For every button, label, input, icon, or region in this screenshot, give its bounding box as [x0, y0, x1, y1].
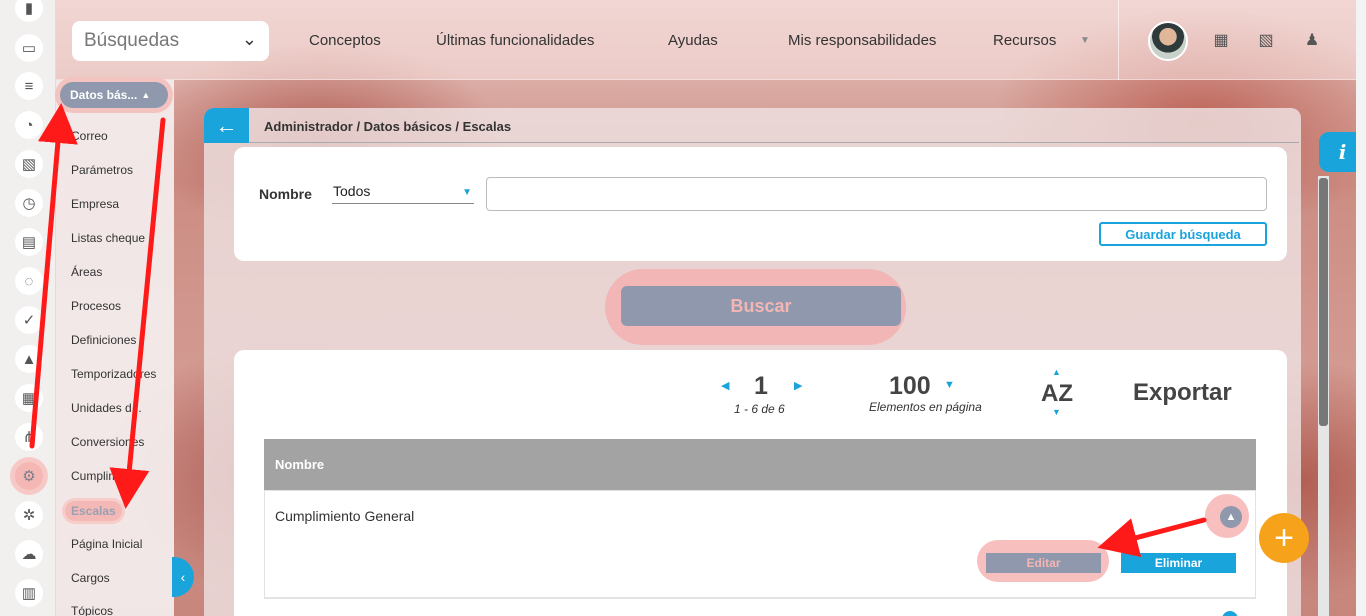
map-icon[interactable]: ▧ [15, 150, 43, 178]
next-page-icon[interactable]: ▶ [794, 379, 802, 392]
gear-icon[interactable]: ⚙ [15, 462, 43, 490]
sidebar-item-correo[interactable]: Correo [71, 129, 108, 143]
per-page-select[interactable]: 100 [889, 372, 931, 401]
icon-rail: ▮ ▭ ≡ ◔ ▧ ◷ ▤ ◌ ✓ ▲ ▦ ⋔ ⚙ ✲ ☁ ▥ [0, 0, 56, 616]
check-circle-icon[interactable]: ✓ [15, 306, 43, 334]
search-button[interactable]: Buscar [621, 286, 901, 326]
pie-chart-icon[interactable]: ◔ [15, 111, 43, 139]
sort-down-icon[interactable]: ▼ [1052, 407, 1061, 417]
bar-chart-icon[interactable]: ▮ [15, 0, 43, 22]
search-select[interactable]: Búsquedas ⌄ [72, 21, 269, 61]
row-name: Cumplimiento General [275, 508, 415, 524]
add-button[interactable]: + [1259, 513, 1309, 563]
window-edge [1356, 0, 1366, 616]
map-icon[interactable]: ▧ [1256, 30, 1276, 50]
sidebar-item-topicos[interactable]: Tópicos [71, 604, 113, 616]
sidebar: Datos bás... ▲ Correo Parámetros Empresa… [56, 80, 174, 616]
sidebar-item-areas[interactable]: Áreas [71, 265, 102, 279]
sidebar-item-conversiones[interactable]: Conversiones [71, 435, 144, 449]
sidebar-item-definiciones[interactable]: Definiciones [71, 333, 136, 347]
align-icon[interactable]: ≡ [15, 72, 43, 100]
scrollbar-thumb[interactable] [1319, 178, 1328, 426]
sidebar-section-label: Datos bás... [70, 88, 138, 102]
prev-page-icon[interactable]: ◀ [721, 379, 729, 392]
edit-button[interactable]: Editar [986, 553, 1101, 573]
sidebar-item-listas-chequeo[interactable]: Listas cheque [71, 231, 145, 245]
recursos-caret-icon[interactable]: ▼ [1080, 35, 1090, 46]
breadcrumb: Administrador / Datos básicos / Escalas [264, 119, 512, 134]
gears-icon[interactable]: ✲ [15, 501, 43, 529]
sidebar-item-unidades[interactable]: Unidades d... [71, 401, 142, 415]
chevron-up-icon: ▲ [1225, 511, 1237, 523]
cloud-icon[interactable]: ☁ [15, 540, 43, 568]
caret-down-icon: ▼ [462, 187, 472, 198]
sort-button[interactable]: AZ [1041, 380, 1073, 408]
warning-icon[interactable]: ▲ [15, 345, 43, 373]
bell-icon[interactable]: ♟ [1302, 30, 1322, 50]
caret-up-icon: ▲ [141, 90, 151, 100]
nav-mis-responsabilidades[interactable]: Mis responsabilidades [788, 32, 936, 49]
filter-label: Nombre [259, 186, 312, 202]
sidebar-item-escalas[interactable]: Escalas [65, 501, 122, 521]
nav-conceptos[interactable]: Conceptos [309, 32, 381, 49]
filter-operator-select[interactable]: Todos ▼ [332, 183, 474, 204]
sidebar-item-temporizadores[interactable]: Temporizadores [71, 367, 156, 381]
search-select-label: Búsquedas [84, 30, 180, 51]
nav-ayudas[interactable]: Ayudas [668, 32, 718, 49]
breadcrumb-divider [249, 142, 1299, 143]
sidebar-item-procesos[interactable]: Procesos [71, 299, 121, 313]
chevron-left-icon: ‹ [180, 569, 186, 585]
sort-up-icon[interactable]: ▲ [1052, 367, 1061, 377]
calculator-icon[interactable]: ▥ [15, 579, 43, 607]
sidebar-item-empresa[interactable]: Empresa [71, 197, 119, 211]
table-row [264, 598, 1256, 616]
nav-recursos[interactable]: Recursos [993, 32, 1056, 49]
avatar[interactable] [1148, 21, 1188, 61]
sidebar-section-toggle[interactable]: Datos bás... ▲ [60, 82, 168, 108]
row-collapse-button[interactable]: ▲ [1220, 506, 1242, 528]
monitor-icon[interactable]: ▭ [15, 34, 43, 62]
sidebar-item-parametros[interactable]: Parámetros [71, 163, 133, 177]
sidebar-item-cumplimiento[interactable]: Cumplimiento [71, 469, 144, 483]
calendar-icon[interactable]: ▦ [15, 384, 43, 412]
export-button[interactable]: Exportar [1133, 379, 1232, 407]
back-button[interactable]: ← [204, 108, 249, 143]
sidebar-item-pagina-inicial[interactable]: Página Inicial [71, 537, 142, 551]
header-divider [1118, 0, 1119, 80]
table-row [264, 490, 1256, 598]
network-icon[interactable]: ⋔ [15, 423, 43, 451]
column-header-nombre: Nombre [275, 457, 325, 472]
per-page-label: Elementos en página [869, 400, 982, 414]
nav-ultimas-funcionalidades[interactable]: Últimas funcionalidades [436, 32, 594, 49]
caret-down-icon[interactable]: ▼ [944, 379, 955, 391]
clock-icon[interactable]: ◷ [15, 189, 43, 217]
page-number: 1 [754, 372, 768, 400]
save-search-button[interactable]: Guardar búsqueda [1099, 222, 1267, 246]
page-range: 1 - 6 de 6 [734, 402, 785, 416]
delete-button[interactable]: Eliminar [1121, 553, 1236, 573]
filter-name-input[interactable] [486, 177, 1267, 211]
top-header: Búsquedas ⌄ Conceptos Últimas funcionali… [56, 0, 1366, 80]
arrow-left-icon: ← [215, 112, 238, 138]
sidebar-item-cargos[interactable]: Cargos [71, 571, 110, 585]
document-icon[interactable]: ▤ [15, 228, 43, 256]
calendar-icon[interactable]: ▦ [1211, 30, 1231, 50]
filter-operator-value: Todos [333, 183, 371, 199]
table-header: Nombre [264, 439, 1256, 490]
cycle-icon[interactable]: ◌ [15, 267, 43, 295]
chevron-down-icon: ⌄ [241, 29, 257, 49]
